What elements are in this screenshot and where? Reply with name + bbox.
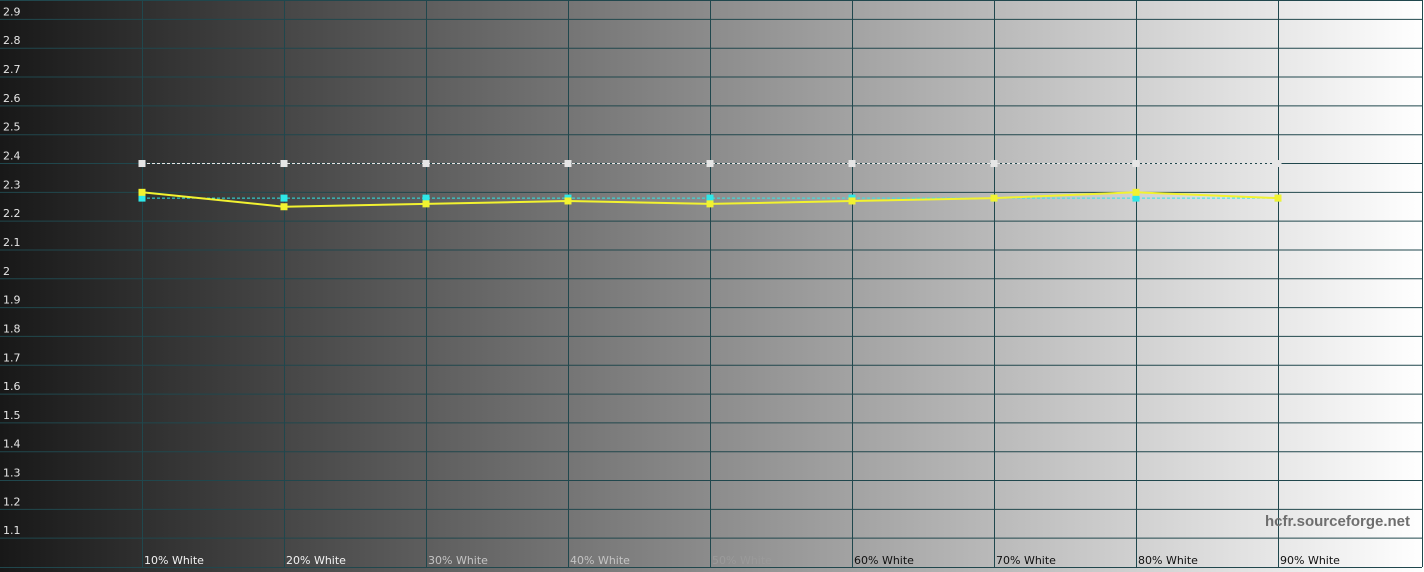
data-point-measured — [138, 188, 146, 196]
y-tick-label: 1.2 — [3, 495, 21, 508]
data-point-target — [706, 160, 714, 168]
gamma-chart: 2.9 2.8 2.7 2.6 2.5 2.4 2.3 2.2 2.1 2 1.9 1.8 1.7 1.6… — [0, 0, 1424, 572]
y-tick-label: 2.6 — [3, 92, 21, 105]
x-tick-label: 40% White — [570, 554, 630, 567]
x-tick-label: 30% White — [428, 554, 488, 567]
x-tick-label: 60% White — [854, 554, 914, 567]
y-tick-label: 1.4 — [3, 438, 21, 451]
x-tick-label: 20% White — [286, 554, 346, 567]
x-tick-label: 80% White — [1138, 554, 1198, 567]
data-point-target — [138, 160, 146, 168]
chart-background — [0, 0, 1424, 572]
data-point-target — [422, 160, 430, 168]
y-tick-label: 2.2 — [3, 207, 21, 220]
x-tick-label: 70% White — [996, 554, 1056, 567]
data-point-measured — [422, 200, 430, 208]
data-point-measured — [564, 197, 572, 205]
data-point-measured — [1274, 194, 1282, 202]
y-tick-label: 2.5 — [3, 121, 21, 134]
y-tick-label: 1.8 — [3, 322, 21, 335]
y-tick-label: 1.6 — [3, 380, 21, 393]
data-point-measured — [990, 194, 998, 202]
data-point-measured — [848, 197, 856, 205]
data-point-target — [848, 160, 856, 168]
data-point-target — [990, 160, 998, 168]
data-point-measured — [280, 203, 288, 211]
watermark-text: hcfr.sourceforge.net — [1265, 513, 1410, 530]
y-tick-label: 2.3 — [3, 178, 21, 191]
y-tick-label: 2.4 — [3, 150, 21, 163]
y-tick-label: 1.5 — [3, 409, 21, 422]
data-point-target — [280, 160, 288, 168]
y-tick-label: 1.3 — [3, 467, 21, 480]
y-tick-label: 2 — [3, 265, 10, 278]
x-tick-label: 50% White — [712, 554, 772, 567]
y-tick-label: 1.9 — [3, 294, 21, 307]
data-point-measured — [1132, 188, 1140, 196]
y-tick-label: 1.7 — [3, 351, 21, 364]
data-point-target — [1132, 160, 1140, 168]
chart-canvas: 2.9 2.8 2.7 2.6 2.5 2.4 2.3 2.2 2.1 2 1.9 1.8 1.7 1.6… — [0, 0, 1424, 572]
y-tick-label: 2.9 — [3, 5, 21, 18]
y-tick-label: 1.1 — [3, 524, 21, 537]
data-point-target — [1274, 160, 1282, 168]
y-tick-label: 2.1 — [3, 236, 21, 249]
data-point-measured — [706, 200, 714, 208]
y-tick-label: 2.8 — [3, 34, 21, 47]
x-tick-label: 90% White — [1280, 554, 1340, 567]
x-tick-label: 10% White — [144, 554, 204, 567]
y-tick-label: 2.7 — [3, 63, 21, 76]
x-tick-labels: 10% White 20% White 30% White 40% White 50% … — [144, 554, 1340, 567]
data-point-reference — [280, 194, 288, 202]
data-point-target — [564, 160, 572, 168]
